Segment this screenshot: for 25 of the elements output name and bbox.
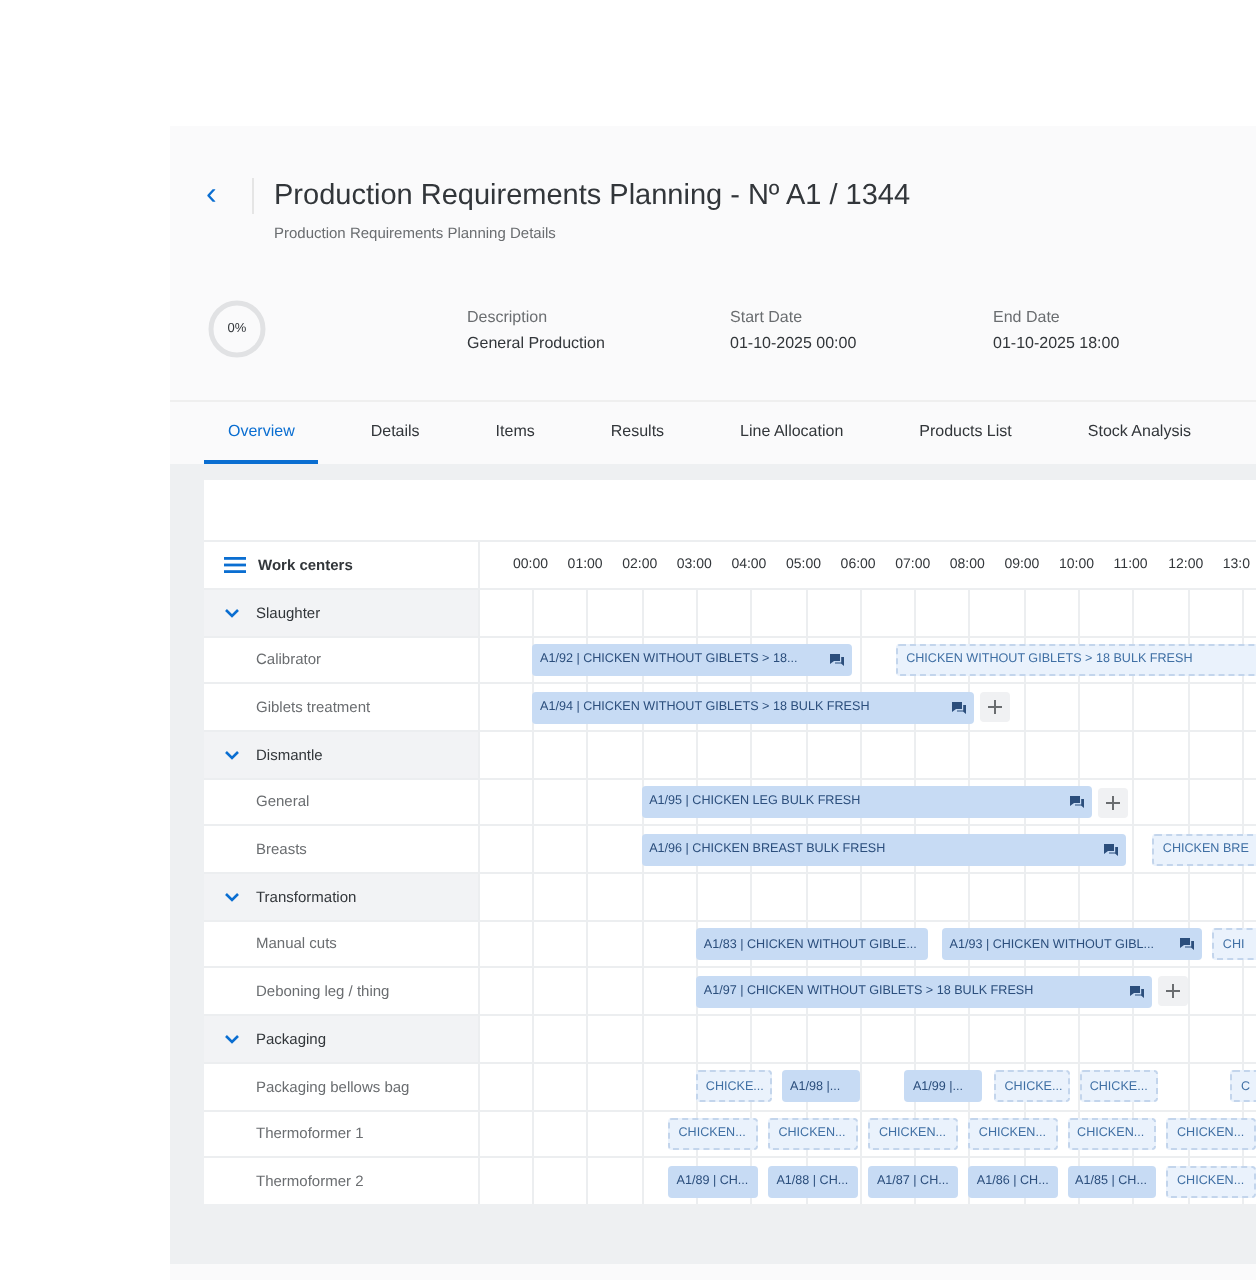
chevron-down-icon[interactable] — [224, 889, 240, 904]
field-value: 01-10-2025 00:00 — [730, 331, 859, 356]
page-title: Production Requirements Planning - Nº A1 / 1344 — [274, 178, 911, 214]
tab[interactable]: Line Allocation — [716, 402, 868, 465]
field-label: Start Date — [730, 305, 805, 330]
back-button[interactable]: ‹ — [206, 178, 254, 214]
plus-icon — [988, 700, 1003, 715]
field-label: Description — [467, 305, 550, 330]
tab[interactable]: Products List — [895, 402, 1036, 465]
chevron-down-icon[interactable] — [224, 747, 240, 762]
tab[interactable]: Stock Analysis — [1063, 402, 1215, 465]
add-button[interactable] — [1098, 787, 1128, 818]
chevron-down-icon[interactable] — [224, 1031, 240, 1046]
field-value: 01-10-2025 18:00 — [993, 331, 1122, 356]
add-button[interactable] — [980, 692, 1011, 723]
chevron-down-icon[interactable] — [224, 605, 240, 620]
menu-icon[interactable] — [224, 556, 246, 575]
tab[interactable]: Details — [346, 402, 444, 465]
plus-icon — [1106, 795, 1120, 810]
tab[interactable]: Items — [471, 402, 559, 465]
plus-icon — [1165, 984, 1180, 999]
field-label: End Date — [993, 305, 1062, 330]
add-button[interactable] — [1157, 976, 1188, 1007]
field-value: General Production — [467, 331, 607, 356]
tab[interactable]: Results — [586, 402, 689, 465]
